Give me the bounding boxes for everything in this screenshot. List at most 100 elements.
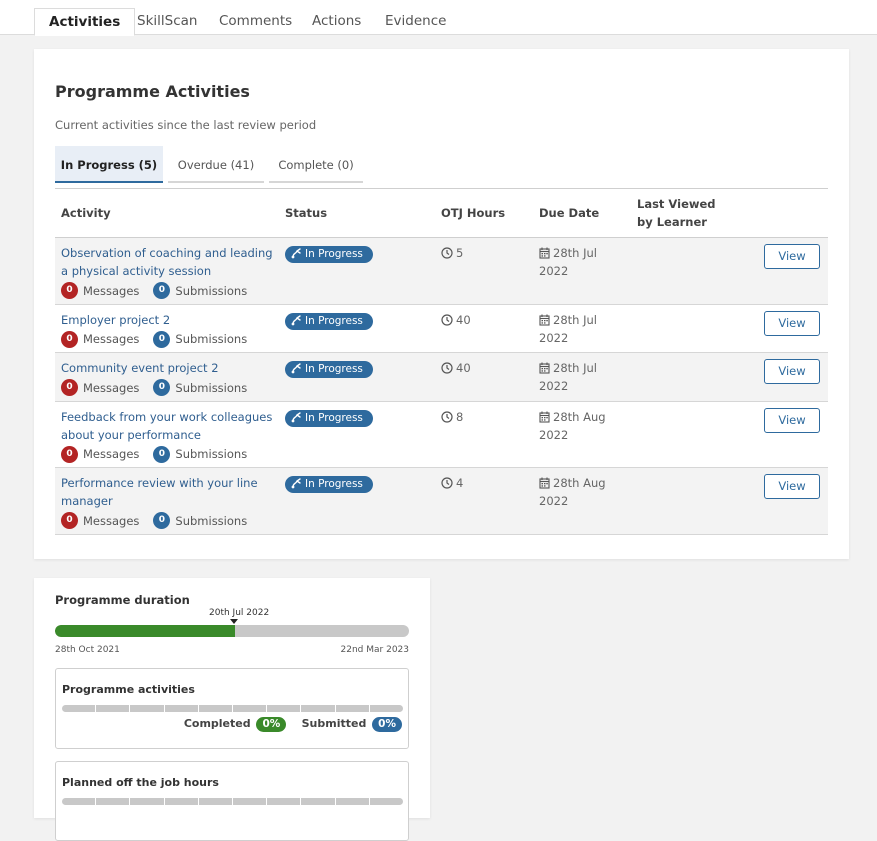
view-button[interactable]: View <box>764 474 820 499</box>
tab-evidence[interactable]: Evidence <box>385 8 446 35</box>
hours-cell: 4 <box>435 467 533 535</box>
hours-cell: 8 <box>435 401 533 468</box>
programme-activities-card: Programme Activities Current activities … <box>34 49 849 559</box>
programme-activities-summary: Programme activities Completed 0% Submit… <box>55 668 409 749</box>
table-row: Feedback from your work colleagues about … <box>55 401 828 468</box>
activity-link[interactable]: Performance review with your line manager <box>61 474 273 510</box>
submitted-badge: 0% <box>372 717 402 732</box>
activity-link[interactable]: Feedback from your work colleagues about … <box>61 408 273 444</box>
submissions-label: Submissions <box>175 283 248 298</box>
messages-label: Messages <box>83 447 140 461</box>
activity-meta: 0 Messages 0 Submissions <box>61 330 273 349</box>
tab-in-progress[interactable]: In Progress (5) <box>55 146 163 183</box>
tab-overdue[interactable]: Overdue (41) <box>168 146 264 183</box>
submitted-label: Submitted <box>301 717 367 730</box>
start-date: 28th Oct 2021 <box>55 645 120 655</box>
clock-icon <box>441 361 456 375</box>
messages-count-badge[interactable]: 0 <box>61 512 78 529</box>
col-status[interactable]: Status <box>279 188 435 238</box>
due-date-cell: 28th Jul 2022 <box>533 304 631 353</box>
tab-skillscan[interactable]: SkillScan <box>137 8 197 35</box>
submissions-count-badge[interactable]: 0 <box>153 445 171 463</box>
table-row: Community event project 2 0 Messages 0 Submi… <box>55 352 828 402</box>
activity-meta: 0 Messages 0 Submissions <box>61 511 273 530</box>
actions-cell: View <box>751 467 828 535</box>
table-row: Observation of coaching and leading a phy… <box>55 237 828 305</box>
top-tab-bar: Activities SkillScan Comments Actions Ev… <box>0 0 877 36</box>
submissions-label: Submissions <box>175 380 248 395</box>
duration-progress-bar <box>55 625 409 637</box>
current-date-marker-icon <box>230 619 238 624</box>
otj-hours-summary: Planned off the job hours <box>55 761 409 841</box>
messages-label: Messages <box>83 283 140 298</box>
submissions-count-badge[interactable]: 0 <box>153 330 171 348</box>
status-badge: In Progress <box>285 476 373 493</box>
messages-count-badge[interactable]: 0 <box>61 282 78 299</box>
col-actions <box>751 188 828 238</box>
card-title: Programme Activities <box>55 82 250 101</box>
col-due-date[interactable]: Due Date <box>533 188 631 238</box>
current-date-label: 20th Jul 2022 <box>209 608 270 618</box>
submissions-label: Submissions <box>175 332 248 346</box>
view-button[interactable]: View <box>764 407 820 433</box>
tab-actions[interactable]: Actions <box>312 8 361 35</box>
in-progress-icon <box>291 248 301 259</box>
clock-icon <box>441 410 456 424</box>
activity-cell: Employer project 2 0 Messages 0 Submissions <box>55 304 279 353</box>
last-viewed-cell <box>631 237 751 305</box>
col-otj-hours[interactable]: OTJ Hours <box>435 188 533 238</box>
last-viewed-cell <box>631 304 751 353</box>
status-badge: In Progress <box>285 312 373 330</box>
view-button[interactable]: View <box>764 359 820 384</box>
col-last-viewed[interactable]: Last Viewed by Learner <box>631 188 751 238</box>
submissions-label: Submissions <box>175 513 248 528</box>
activities-segment-bar <box>62 705 404 712</box>
activity-meta: 0 Messages 0 Submissions <box>61 281 273 300</box>
activity-cell: Feedback from your work colleagues about … <box>55 401 279 468</box>
submissions-count-badge[interactable]: 0 <box>153 512 171 529</box>
messages-label: Messages <box>83 380 140 395</box>
calendar-icon <box>539 313 553 327</box>
actions-cell: View <box>751 352 828 402</box>
messages-count-badge[interactable]: 0 <box>61 445 78 463</box>
messages-count-badge[interactable]: 0 <box>61 379 78 396</box>
submissions-count-badge[interactable]: 0 <box>153 282 171 299</box>
status-cell: In Progress <box>279 467 435 535</box>
activity-link[interactable]: Employer project 2 <box>61 311 273 329</box>
last-viewed-cell <box>631 467 751 535</box>
submissions-label: Submissions <box>175 447 248 461</box>
col-activity[interactable]: Activity <box>55 188 279 238</box>
calendar-icon <box>539 476 553 490</box>
tab-comments[interactable]: Comments <box>219 8 292 35</box>
activities-legend: Completed 0% Submitted 0% <box>184 717 402 732</box>
due-date-cell: 28th Jul 2022 <box>533 352 631 402</box>
submissions-count-badge[interactable]: 0 <box>153 379 171 396</box>
activity-cell: Observation of coaching and leading a phy… <box>55 237 279 305</box>
in-progress-icon <box>291 314 301 325</box>
activity-link[interactable]: Observation of coaching and leading a phy… <box>61 244 273 280</box>
calendar-icon <box>539 361 553 375</box>
in-progress-icon <box>291 478 301 489</box>
card-subtitle: Current activities since the last review… <box>55 118 317 132</box>
end-date: 22nd Mar 2023 <box>340 645 409 655</box>
tab-activities[interactable]: Activities <box>34 8 136 36</box>
view-button[interactable]: View <box>764 310 820 336</box>
hours-cell: 5 <box>435 237 533 305</box>
status-cell: In Progress <box>279 401 435 468</box>
status-cell: In Progress <box>279 352 435 402</box>
view-button[interactable]: View <box>764 244 820 269</box>
activities-table: Activity Status OTJ Hours Due Date Last … <box>55 188 828 535</box>
tab-complete[interactable]: Complete (0) <box>269 146 363 183</box>
clock-icon <box>441 246 456 260</box>
duration-title: Programme duration <box>55 593 190 607</box>
actions-cell: View <box>751 401 828 468</box>
activity-cell: Performance review with your line manager… <box>55 467 279 535</box>
activity-link[interactable]: Community event project 2 <box>61 359 273 377</box>
messages-label: Messages <box>83 332 140 346</box>
calendar-icon <box>539 410 553 424</box>
messages-count-badge[interactable]: 0 <box>61 330 78 348</box>
table-row: Employer project 2 0 Messages 0 Submissions I… <box>55 304 828 353</box>
otj-segment-bar <box>62 798 404 805</box>
messages-label: Messages <box>83 513 140 528</box>
completed-label: Completed <box>183 717 251 730</box>
